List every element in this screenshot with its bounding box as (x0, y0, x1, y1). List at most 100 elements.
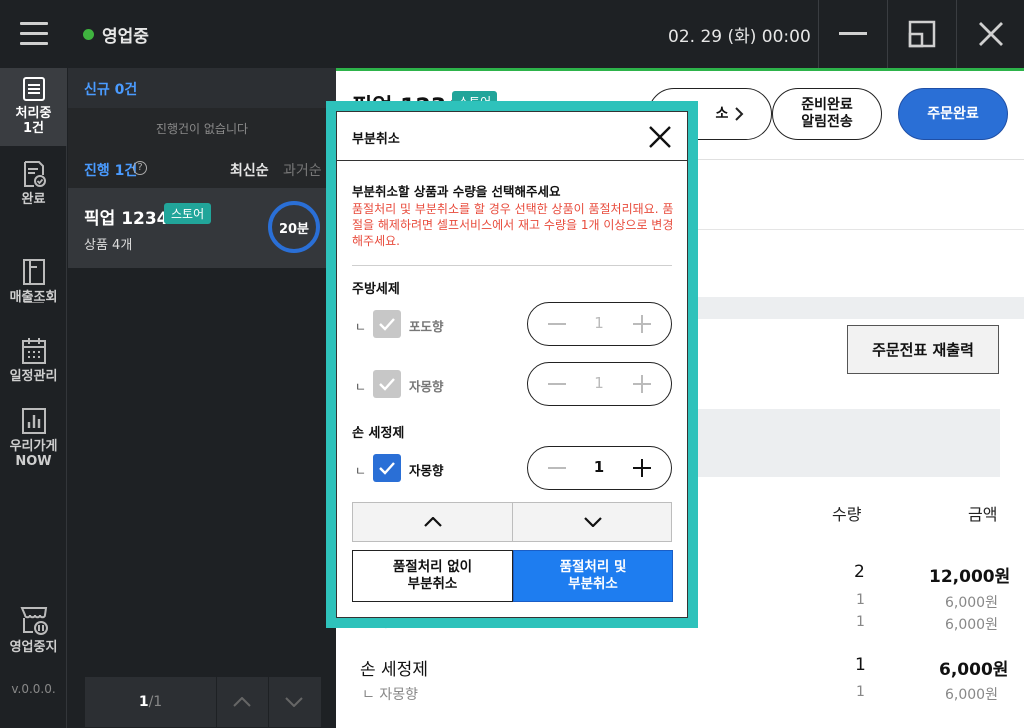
qty-increase-button[interactable] (617, 363, 667, 404)
quantity-stepper: 1 (527, 302, 672, 346)
partial-cancel-with-soldout-button[interactable]: 품절처리 및 부분취소 (513, 550, 673, 602)
sidebar-item-pause-store[interactable]: 영업중지 (0, 604, 67, 655)
page-total: /1 (148, 694, 163, 710)
ready-notify-button[interactable]: 준비완료 알림전송 (772, 88, 882, 140)
order-list-panel: 신규 0건 진행건이 없습니다 진행 1건 ? 최신순 과거순 픽업 1234 … (68, 68, 336, 728)
close-icon (649, 126, 671, 148)
scroll-down-button[interactable] (512, 503, 672, 541)
chevron-down-icon (285, 697, 303, 707)
qty-value: 1 (594, 374, 604, 392)
list-pager: 1/1 (85, 677, 321, 727)
complete-order-button[interactable]: 주문완료 (898, 88, 1008, 140)
check-icon (379, 378, 395, 391)
quantity-stepper: 1 (527, 362, 672, 406)
order-card-title: 픽업 1234 (84, 209, 169, 229)
restore-icon (908, 20, 935, 48)
button-label-2: 부분취소 (407, 576, 458, 592)
minus-icon (548, 466, 566, 469)
sidebar-item-label-sub: NOW (15, 454, 52, 469)
plus-icon (633, 374, 651, 393)
qty-value: 1 (594, 314, 604, 332)
sidebar-item-label: 일정관리 (9, 369, 58, 384)
new-orders-header: 신규 0건 (68, 68, 336, 108)
dialog-warning: 품절처리 및 부분취소를 할 경우 선택한 상품이 품절처리돼요. 품절을 해제… (352, 202, 674, 248)
option-prefix: ㄴ (355, 380, 367, 394)
check-icon (379, 462, 395, 475)
receipt-icon (22, 77, 45, 101)
scroll-up-button[interactable] (353, 503, 513, 541)
minimize-button[interactable] (818, 0, 886, 68)
sidebar-item-count: 1건 (22, 121, 44, 136)
qty-decrease-button[interactable] (532, 363, 582, 404)
qty-decrease-button[interactable] (532, 303, 582, 344)
page-up-button[interactable] (216, 677, 267, 727)
sort-oldest-tab[interactable]: 과거순 (283, 160, 322, 180)
order-card[interactable]: 픽업 1234 스토어 상품 4개 20분 (68, 188, 336, 268)
new-orders-count: 신규 0건 (84, 82, 138, 98)
qty-decrease-button[interactable] (532, 447, 582, 488)
page-indicator: 1/1 (85, 677, 216, 727)
ready-notify-label-2: 알림전송 (801, 114, 853, 130)
chevron-right-icon (735, 107, 744, 121)
dialog-header: 부분취소 (337, 112, 687, 161)
button-label-2: 부분취소 (568, 576, 618, 592)
in-progress-header: 진행 1건 ? 최신순 과거순 (68, 154, 336, 188)
dialog-divider (352, 265, 672, 266)
qty-increase-button[interactable] (617, 303, 667, 344)
ledger-icon (22, 259, 45, 285)
row-qty: 1 (855, 655, 866, 675)
option-checkbox[interactable] (373, 454, 401, 482)
sidebar-item-sales[interactable]: 매출조회 (0, 258, 67, 308)
chevron-down-icon (583, 517, 602, 527)
option-checkbox[interactable] (373, 370, 401, 398)
top-bar: 영업중 02. 29 (화) 00:00 (0, 0, 1024, 68)
in-progress-count: 진행 1건 (84, 163, 138, 179)
partial-cancel-dialog: 부분취소 부분취소할 상품과 수량을 선택해주세요 품절처리 및 부분취소를 할… (336, 111, 688, 618)
option-name: 자몽향 (409, 463, 444, 478)
qty-value: 1 (593, 458, 605, 476)
sidebar: 처리중 1건 완료 매출조회 일정관리 우리가게 NOW 영업중지 v.0.0.… (0, 68, 67, 728)
row-qty: 2 (854, 562, 865, 582)
close-button[interactable] (956, 0, 1024, 68)
close-icon (978, 22, 1003, 46)
plus-icon (633, 314, 651, 333)
option-checkbox[interactable] (373, 310, 401, 338)
page-current: 1 (138, 694, 149, 710)
sort-latest-tab[interactable]: 최신순 (230, 160, 269, 180)
qty-increase-button[interactable] (617, 447, 667, 488)
minimize-icon (838, 32, 867, 35)
reprint-receipt-button[interactable]: 주문전표 재출력 (847, 325, 999, 374)
complete-order-label: 주문완료 (927, 105, 979, 122)
row-qty: 1 (856, 614, 865, 630)
done-doc-icon (23, 161, 46, 187)
minus-icon (548, 322, 566, 325)
chevron-up-icon (424, 517, 442, 527)
help-icon[interactable]: ? (133, 161, 147, 175)
dialog-close-button[interactable] (647, 124, 673, 150)
row-amount: 6,000원 (945, 617, 998, 633)
restore-button[interactable] (887, 0, 955, 68)
sidebar-item-processing[interactable]: 처리중 1건 (0, 68, 67, 146)
sidebar-item-schedule[interactable]: 일정관리 (0, 337, 67, 387)
sidebar-item-label: 우리가게 (9, 439, 58, 454)
option-prefix: ㄴ (355, 320, 367, 334)
page-down-button[interactable] (268, 677, 319, 727)
sidebar-item-store-now[interactable]: 우리가게 NOW (0, 407, 67, 473)
order-timer-text: 20분 (278, 222, 310, 237)
sidebar-item-label: 완료 (21, 192, 46, 207)
row-amount: 6,000원 (945, 687, 998, 703)
status-dot (83, 29, 94, 40)
button-label-1: 품절처리 및 (559, 559, 627, 575)
option-name: 포도향 (409, 319, 444, 334)
calendar-icon (21, 338, 46, 364)
partial-cancel-without-soldout-button[interactable]: 품절처리 없이 부분취소 (352, 550, 513, 602)
order-card-items: 상품 4개 (84, 238, 133, 253)
menu-icon[interactable] (20, 22, 48, 46)
dialog-title: 부분취소 (352, 132, 400, 147)
dialog-scroll-controls (352, 502, 672, 542)
store-pause-icon (19, 607, 48, 635)
sidebar-item-done[interactable]: 완료 (0, 160, 67, 210)
sidebar-item-label: 영업중지 (9, 640, 58, 655)
product-group-name: 주방세제 (352, 282, 400, 297)
option-name: 자몽향 (409, 379, 444, 394)
